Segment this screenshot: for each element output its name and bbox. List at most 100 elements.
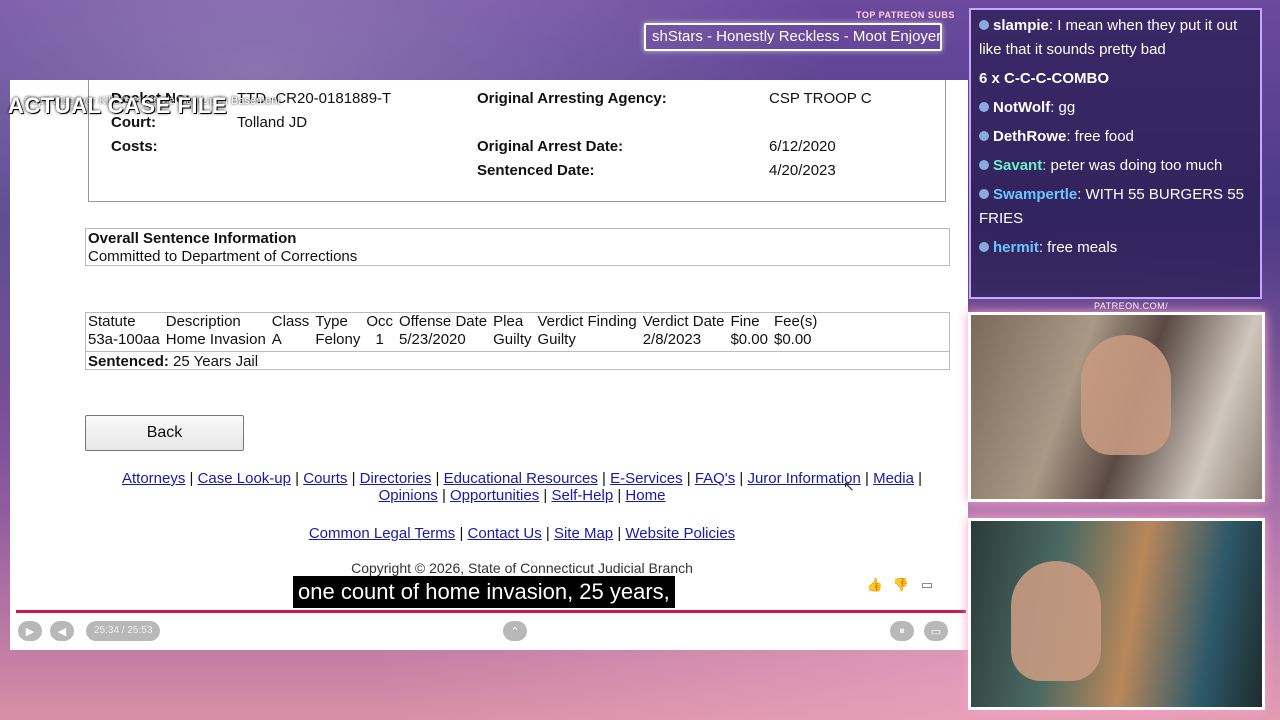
chat-message: Swampertle: WITH 55 BURGERS 55 FRIES bbox=[979, 183, 1252, 231]
link-separator: | bbox=[431, 470, 444, 487]
captions-icon[interactable]: ▭ bbox=[924, 621, 948, 641]
footer-link-directories[interactable]: Directories bbox=[360, 470, 432, 487]
sentenced-date-label: Sentenced Date: bbox=[477, 162, 595, 179]
chevron-up-icon[interactable]: ⌃ bbox=[503, 621, 527, 641]
subtitle-caption: one count of home invasion, 25 years, bbox=[293, 576, 675, 608]
link-separator: | bbox=[682, 470, 695, 487]
badge-icon bbox=[979, 160, 989, 170]
footer-link-courts[interactable]: Courts bbox=[303, 470, 347, 487]
footer-link-educational-resources[interactable]: Educational Resources bbox=[444, 470, 598, 487]
pause-icon[interactable]: ⏸ bbox=[890, 621, 914, 641]
cell-verdict-date: 2/8/2023 bbox=[642, 331, 702, 348]
progress-bar[interactable] bbox=[16, 610, 966, 613]
copyright-text: Copyright © 2026, State of Connecticut J… bbox=[351, 560, 693, 576]
patreon-label: PATREON.COM/ bbox=[1094, 301, 1169, 311]
badge-icon bbox=[979, 102, 989, 112]
footer-link-faq-s[interactable]: FAQ's bbox=[695, 470, 735, 487]
cell-fine: $0.00 bbox=[730, 331, 768, 348]
chat-message: hermit: free meals bbox=[979, 236, 1252, 260]
sentence-heading: Overall Sentence Information bbox=[88, 230, 297, 247]
footer-link-media[interactable]: Media bbox=[873, 470, 914, 487]
footer-link-site-map[interactable]: Site Map bbox=[554, 525, 613, 542]
cell-offense-date: 5/23/2020 bbox=[399, 331, 466, 348]
chat-text: : free food bbox=[1066, 128, 1134, 145]
link-separator: | bbox=[539, 487, 552, 504]
footer-link-attorneys[interactable]: Attorneys bbox=[122, 470, 185, 487]
sentenced-value: 25 Years Jail bbox=[173, 353, 259, 370]
footer-nav-links: Attorneys | Case Look-up | Courts | Dire… bbox=[106, 470, 938, 504]
webcam-host-2 bbox=[968, 518, 1265, 710]
cell-plea: Guilty bbox=[493, 331, 532, 348]
overall-sentence-box: Overall Sentence Information Committed t… bbox=[85, 228, 950, 266]
link-separator: | bbox=[597, 470, 611, 487]
chat-text: : gg bbox=[1050, 99, 1076, 116]
badge-icon bbox=[979, 20, 989, 30]
badge-icon bbox=[979, 131, 989, 141]
arrest-date-label: Original Arrest Date: bbox=[477, 138, 624, 155]
arrest-date-value: 6/12/2020 bbox=[769, 138, 836, 155]
sentenced-row: Sentenced: 25 Years Jail bbox=[86, 351, 949, 372]
video-player-controls: ▶ ◀ 25:34 / 25:53 ⌃ ⏸ ▭ bbox=[10, 610, 968, 650]
chat-username[interactable]: hermit bbox=[993, 239, 1039, 256]
col-occ: Occ bbox=[366, 313, 394, 330]
volume-icon[interactable]: ◀ bbox=[50, 621, 74, 641]
chat-text: : peter was doing too much bbox=[1042, 157, 1223, 174]
agency-label: Original Arresting Agency: bbox=[477, 90, 667, 107]
back-button[interactable]: Back bbox=[85, 415, 244, 451]
link-separator: | bbox=[185, 470, 198, 487]
footer-link-opinions[interactable]: Opinions bbox=[379, 487, 438, 504]
chat-username[interactable]: DethRowe bbox=[993, 128, 1066, 145]
col-offense-date: Offense Date bbox=[399, 313, 488, 330]
chat-text: : free meals bbox=[1038, 239, 1118, 256]
chat-message: DethRowe: free food bbox=[979, 125, 1252, 149]
chat-message: slampie: I mean when they put it out lik… bbox=[979, 14, 1252, 62]
link-separator: | bbox=[347, 470, 360, 487]
chat-message: Savant: peter was doing too much bbox=[979, 154, 1252, 178]
thumbs-down-icon[interactable]: 👎 bbox=[892, 577, 910, 595]
link-separator: | bbox=[541, 525, 554, 542]
chat-text: 6 x C-C-C-COMBO bbox=[979, 70, 1109, 87]
footer-link-self-help[interactable]: Self-Help bbox=[551, 487, 613, 504]
footer-link-website-policies[interactable]: Website Policies bbox=[625, 525, 735, 542]
footer-link-contact-us[interactable]: Contact Us bbox=[468, 525, 542, 542]
footer-secondary-links: Common Legal Terms | Contact Us | Site M… bbox=[106, 525, 938, 542]
cell-statute: 53a-100aa bbox=[88, 331, 160, 348]
browser-capture: Docket No: TTD -CR20-0181889-T Court: To… bbox=[10, 80, 968, 650]
link-separator: | bbox=[455, 525, 468, 542]
sentenced-label: Sentenced: bbox=[88, 353, 169, 370]
cell-class: A bbox=[271, 331, 282, 348]
col-class: Class bbox=[271, 313, 310, 330]
chat-username[interactable]: Savant bbox=[993, 157, 1042, 174]
footer-link-common-legal-terms[interactable]: Common Legal Terms bbox=[309, 525, 455, 542]
link-separator: | bbox=[913, 470, 923, 487]
play-icon[interactable]: ▶ bbox=[18, 621, 42, 641]
chat-message: NotWolf: gg bbox=[979, 96, 1252, 120]
link-separator: | bbox=[735, 470, 748, 487]
col-type: Type bbox=[315, 313, 348, 330]
cell-occ: 1 bbox=[375, 331, 384, 348]
chat-username[interactable]: slampie bbox=[993, 17, 1049, 34]
footer-link-opportunities[interactable]: Opportunities bbox=[450, 487, 539, 504]
badge-icon bbox=[979, 242, 989, 252]
stream-chat: slampie: I mean when they put it out lik… bbox=[969, 8, 1262, 299]
video-action-icons: 👍 👎 ▭ bbox=[866, 577, 936, 595]
marquee-label: TOP PATREON SUBS bbox=[856, 10, 955, 20]
footer-link-e-services[interactable]: E-Services bbox=[610, 470, 683, 487]
chat-username[interactable]: Swampertle bbox=[993, 186, 1077, 203]
table-row: 53a-100aa Home Invasion A Felony 1 5/23/… bbox=[86, 331, 821, 349]
footer-link-home[interactable]: Home bbox=[625, 487, 665, 504]
cell-type: Felony bbox=[315, 331, 361, 348]
cell-verdict-finding: Guilty bbox=[537, 331, 576, 348]
sentenced-date-value: 4/20/2023 bbox=[769, 162, 836, 179]
sentence-text: Committed to Department of Corrections bbox=[88, 248, 358, 265]
patreon-subs-marquee: shStars - Honestly Reckless - Moot Enjoy… bbox=[644, 23, 942, 51]
time-display: 25:34 / 25:53 bbox=[86, 621, 161, 641]
comment-icon[interactable]: ▭ bbox=[918, 577, 936, 595]
link-separator: | bbox=[291, 470, 304, 487]
footer-link-case-look-up[interactable]: Case Look-up bbox=[198, 470, 291, 487]
chat-username[interactable]: NotWolf bbox=[993, 99, 1050, 116]
court-value: Tolland JD bbox=[237, 114, 308, 131]
col-fees: Fee(s) bbox=[773, 313, 818, 330]
thumbs-up-icon[interactable]: 👍 bbox=[866, 577, 884, 595]
streamer-figure bbox=[1081, 335, 1171, 455]
